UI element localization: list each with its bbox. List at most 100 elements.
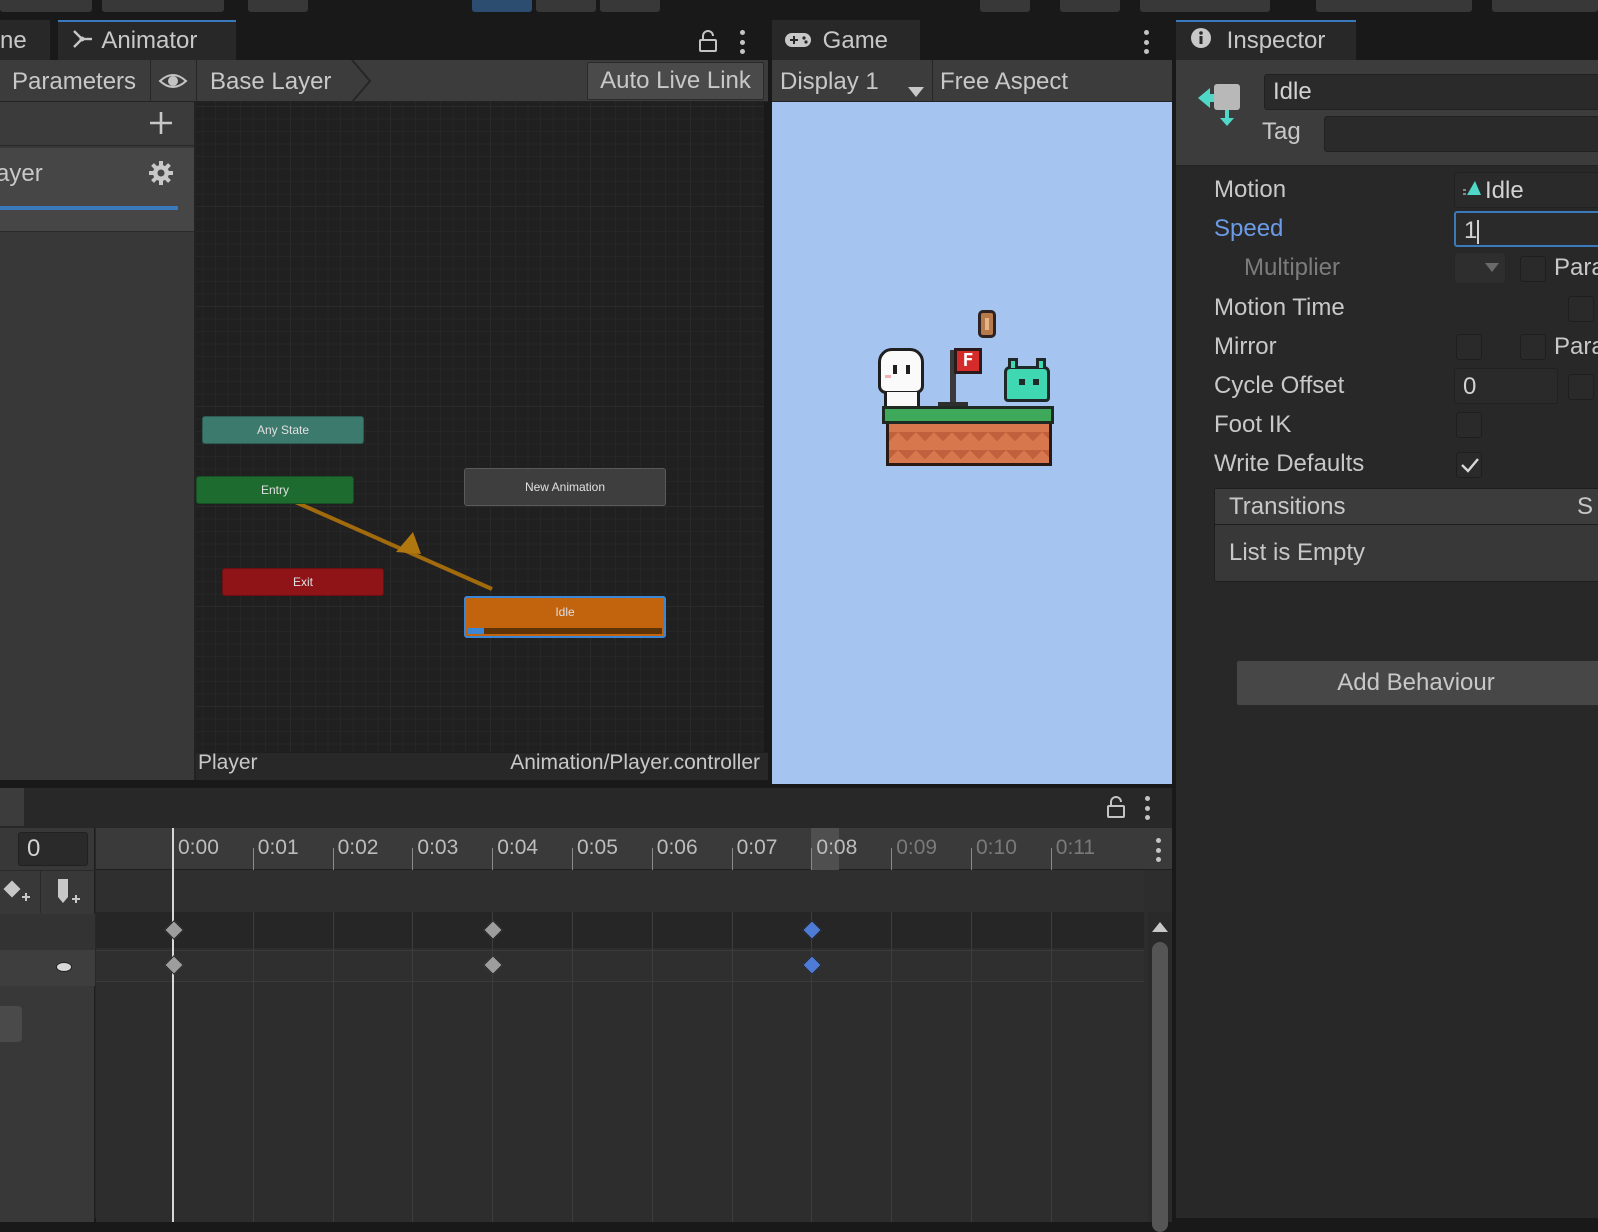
breadcrumb-base-layer[interactable]: Base Layer: [210, 68, 331, 96]
tab-animator[interactable]: Animator: [58, 20, 236, 60]
speed-field[interactable]: 1: [1454, 211, 1598, 247]
state-graph[interactable]: Any State Entry Exit New Animation Idle: [196, 102, 768, 752]
add-event-icon[interactable]: [56, 877, 84, 912]
layer-row-base[interactable]: ayer: [0, 148, 194, 232]
motion-time-checkbox[interactable]: [1568, 296, 1594, 322]
gear-icon[interactable]: [148, 160, 174, 191]
timeline[interactable]: 0:00 0:01 0:02 0:03 0:04 0:05 0:06 0:07 0:08 0:09…: [96, 828, 1172, 1232]
keyframe-diamond[interactable]: [164, 920, 184, 940]
mirror-parameter-checkbox[interactable]: [1520, 334, 1546, 360]
add-keyframe-icon[interactable]: [2, 879, 32, 910]
add-property-button[interactable]: [0, 1006, 22, 1042]
eye-icon[interactable]: [158, 70, 188, 98]
scroll-up-icon[interactable]: [1152, 922, 1168, 932]
add-layer-icon[interactable]: [148, 110, 174, 141]
idle-progress-fill: [468, 628, 484, 634]
keyframe-diamond[interactable]: [802, 955, 823, 975]
cloud-button[interactable]: [1060, 0, 1120, 12]
node-idle[interactable]: Idle: [464, 596, 666, 638]
node-idle-label: Idle: [555, 605, 575, 619]
keyframe-diamond[interactable]: [483, 920, 504, 940]
animation-lock-icon[interactable]: [1106, 796, 1126, 823]
pivot-toggle[interactable]: [0, 0, 92, 12]
animator-footer: Player Animation/Player.controller: [196, 751, 768, 780]
pause-button[interactable]: [536, 0, 596, 12]
lock-icon[interactable]: [698, 30, 718, 57]
tab-inspector[interactable]: Inspector: [1176, 20, 1356, 60]
add-behaviour-button[interactable]: Add Behaviour: [1236, 660, 1598, 706]
snap-toggle[interactable]: [248, 0, 308, 12]
speed-value: 1: [1464, 217, 1478, 244]
tag-field[interactable]: [1324, 116, 1598, 152]
ruler-tick: [651, 848, 653, 870]
ruler-labels: 0:00 0:01 0:02 0:03 0:04 0:05 0:06 0:07 0:08 0:09…: [96, 828, 1146, 870]
property-toggle-icon[interactable]: [56, 962, 72, 972]
state-name-field[interactable]: Idle: [1264, 74, 1598, 110]
account-dropdown[interactable]: [1140, 0, 1270, 12]
aspect-dropdown[interactable]: Free Aspect: [940, 68, 1068, 96]
node-exit[interactable]: Exit: [222, 568, 384, 596]
cycle-offset-field[interactable]: 0: [1454, 368, 1558, 404]
animation-menu-icon[interactable]: [1144, 796, 1150, 820]
ruler-tick: [811, 848, 813, 870]
layer-weight-bar: [0, 206, 178, 210]
cycle-offset-label: Cycle Offset: [1214, 372, 1345, 399]
layers-header: [0, 102, 194, 146]
keyframe-diamond[interactable]: [483, 955, 504, 975]
layout-dropdown[interactable]: [1492, 0, 1598, 12]
node-entry[interactable]: Entry: [196, 476, 354, 504]
event-strip[interactable]: [96, 870, 1144, 912]
slime-eye-left: [1019, 379, 1025, 385]
node-new-animation[interactable]: New Animation: [464, 468, 666, 506]
dropdown-arrow-icon[interactable]: [908, 76, 924, 104]
animator-window: ne Animator Parameters Base Layer Auto L…: [0, 20, 768, 780]
multiplier-label: Multiplier: [1244, 254, 1341, 281]
speed-label: Speed: [1214, 215, 1284, 242]
write-defaults-checkbox[interactable]: [1456, 452, 1482, 478]
slime-ear-right: [1036, 358, 1046, 368]
multiplier-parameter-label: Para: [1554, 254, 1598, 281]
frame-field[interactable]: 0: [18, 832, 88, 866]
property-row[interactable]: [0, 950, 95, 986]
text-caret: [1477, 219, 1480, 244]
auto-live-link-button[interactable]: Auto Live Link: [587, 62, 764, 100]
keyframe-diamond[interactable]: [164, 955, 184, 975]
ruler-label: 0:03: [417, 836, 459, 859]
foot-ik-checkbox[interactable]: [1456, 412, 1482, 438]
motion-field[interactable]: Idle: [1454, 172, 1598, 208]
game-menu-icon[interactable]: [1143, 30, 1149, 54]
multiplier-parameter-checkbox[interactable]: [1520, 256, 1546, 282]
animation-tab-partial[interactable]: [0, 788, 24, 826]
game-window: Game Display 1 Free Aspect F: [772, 20, 1172, 784]
display-dropdown[interactable]: Display 1: [780, 68, 879, 96]
time-ruler[interactable]: 0:00 0:01 0:02 0:03 0:04 0:05 0:06 0:07 0:08 0:09…: [96, 828, 1172, 870]
keyframe-diamond[interactable]: [802, 920, 823, 940]
global-toggle[interactable]: [102, 0, 224, 12]
mirror-checkbox[interactable]: [1456, 334, 1482, 360]
transitions-title: Transitions: [1229, 493, 1346, 520]
animator-menu-icon[interactable]: [739, 30, 745, 54]
scrollbar-thumb[interactable]: [1152, 942, 1168, 1232]
cycle-offset-parameter-checkbox[interactable]: [1568, 374, 1594, 400]
vertical-scrollbar[interactable]: [1148, 912, 1172, 1232]
step-button[interactable]: [600, 0, 660, 12]
parameters-tab[interactable]: Parameters: [12, 68, 136, 96]
animation-window: 0 0:00 0:01 0:02 0:03 0:04 0:05 0:06 0:07 0:08 0:…: [0, 784, 1172, 1232]
mirror-label: Mirror: [1214, 333, 1277, 360]
playhead[interactable]: [172, 828, 174, 1222]
play-button[interactable]: [472, 0, 532, 12]
node-any-state[interactable]: Any State: [202, 416, 364, 444]
tab-game[interactable]: Game: [772, 20, 920, 60]
timeline-menu-icon[interactable]: [1155, 838, 1161, 862]
controller-path: Animation/Player.controller: [510, 751, 760, 774]
player-sprite: [878, 348, 924, 394]
layers-dropdown[interactable]: [1316, 0, 1472, 12]
multiplier-dropdown[interactable]: [1454, 252, 1506, 284]
history-button[interactable]: [980, 0, 1030, 12]
tab-partial[interactable]: ne: [0, 20, 50, 60]
ruler-label: 0:07: [736, 836, 778, 859]
game-viewport[interactable]: F: [772, 102, 1172, 784]
property-row-header[interactable]: [0, 914, 95, 950]
panel-splitter[interactable]: [1172, 20, 1176, 1218]
inspector-header: Idle Tag: [1176, 60, 1598, 166]
